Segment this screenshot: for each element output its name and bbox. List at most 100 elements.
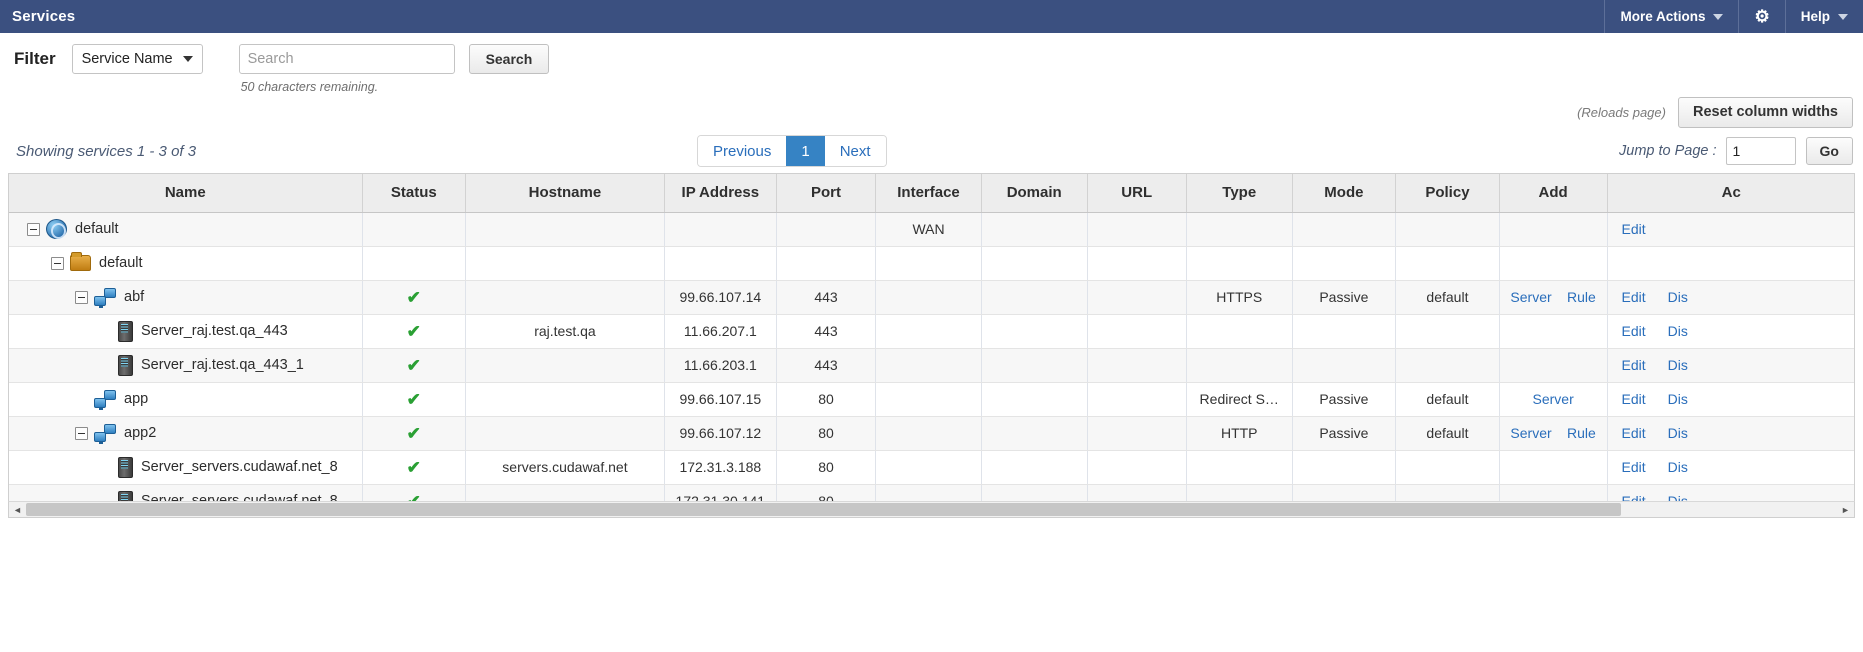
cell-name[interactable]: Server_servers.cudawaf.net_8 bbox=[9, 450, 363, 485]
go-button[interactable]: Go bbox=[1805, 137, 1853, 165]
edit-link[interactable]: Edit bbox=[1622, 357, 1646, 373]
reloads-page-note: (Reloads page) bbox=[1577, 104, 1666, 120]
collapse-toggle-icon[interactable] bbox=[51, 256, 64, 270]
cell-name[interactable]: app2 bbox=[9, 416, 363, 451]
search-group: 50 characters remaining. bbox=[238, 44, 455, 94]
cell-name[interactable]: app bbox=[9, 382, 363, 417]
table-row[interactable]: app ✔ 99.66.107.15 80 Redirect S… Passive defa… bbox=[9, 382, 1854, 417]
table-row[interactable]: Server_raj.test.qa_443 ✔ raj.test.qa 11.66.… bbox=[9, 314, 1854, 349]
server-icon bbox=[118, 354, 133, 376]
cell-port: 443 bbox=[776, 314, 877, 349]
pager-previous[interactable]: Previous bbox=[698, 136, 787, 166]
filter-type-select[interactable]: Service Name bbox=[71, 44, 203, 74]
edit-link[interactable]: Edit bbox=[1622, 459, 1646, 475]
scroll-left-arrow-icon[interactable]: ◄ bbox=[9, 502, 26, 517]
settings-button[interactable]: ⚙ bbox=[1738, 0, 1784, 33]
table-row[interactable]: default WAN Edit bbox=[9, 212, 1854, 247]
more-actions-menu[interactable]: More Actions bbox=[1604, 0, 1738, 33]
status-ok-icon: ✔ bbox=[406, 355, 421, 375]
column-header-port[interactable]: Port bbox=[776, 174, 877, 213]
edit-link[interactable]: Edit bbox=[1622, 289, 1646, 305]
add-rule-link[interactable]: Rule bbox=[1567, 425, 1596, 441]
status-ok-icon: ✔ bbox=[406, 287, 421, 307]
cell-name[interactable]: Server_servers.cudawaf.net_8 bbox=[9, 484, 363, 501]
table-body: default WAN Edit default abf ✔ 99.66.107.14 443… bbox=[9, 212, 1854, 501]
column-header-ip-address[interactable]: IP Address bbox=[664, 174, 777, 213]
column-header-interface[interactable]: Interface bbox=[875, 174, 982, 213]
pager-page-1[interactable]: 1 bbox=[786, 136, 825, 166]
table-row[interactable]: default bbox=[9, 246, 1854, 281]
edit-link[interactable]: Edit bbox=[1622, 493, 1646, 501]
edit-link[interactable]: Edit bbox=[1622, 221, 1646, 237]
dis-link[interactable]: Dis bbox=[1668, 323, 1688, 339]
jump-to-page-group: Jump to Page : Go bbox=[1619, 137, 1853, 165]
cell-policy bbox=[1395, 450, 1500, 485]
dis-link[interactable]: Dis bbox=[1668, 391, 1688, 407]
horizontal-scrollbar[interactable]: ◄ ► bbox=[8, 501, 1855, 518]
column-header-status[interactable]: Status bbox=[362, 174, 467, 213]
chars-remaining-hint: 50 characters remaining. bbox=[240, 80, 379, 94]
cell-ip-address: 11.66.207.1 bbox=[664, 314, 777, 349]
edit-link[interactable]: Edit bbox=[1622, 425, 1646, 441]
cell-actions: Edit Dis bbox=[1607, 348, 1854, 383]
cell-status bbox=[362, 246, 467, 281]
help-menu[interactable]: Help bbox=[1784, 0, 1863, 33]
cell-name[interactable]: default bbox=[9, 246, 363, 281]
cell-add: Server Rule bbox=[1499, 280, 1608, 315]
cell-mode bbox=[1292, 348, 1397, 383]
scrollbar-track[interactable] bbox=[26, 502, 1837, 517]
status-ok-icon: ✔ bbox=[406, 457, 421, 477]
cell-name[interactable]: Server_raj.test.qa_443 bbox=[9, 314, 363, 349]
reset-column-widths-button[interactable]: Reset column widths bbox=[1677, 96, 1853, 128]
collapse-toggle-icon[interactable] bbox=[75, 290, 88, 304]
cell-url bbox=[1087, 382, 1187, 417]
add-server-link[interactable]: Server bbox=[1533, 391, 1574, 407]
cell-interface bbox=[875, 246, 982, 281]
table-row[interactable]: abf ✔ 99.66.107.14 443 HTTPS Passive default Se… bbox=[9, 280, 1854, 315]
dis-link[interactable]: Dis bbox=[1668, 459, 1688, 475]
cell-status: ✔ bbox=[362, 280, 467, 315]
search-input[interactable] bbox=[238, 44, 455, 74]
column-header-policy[interactable]: Policy bbox=[1395, 174, 1500, 213]
cell-add bbox=[1499, 246, 1608, 281]
cell-actions: Edit bbox=[1607, 212, 1854, 247]
table-row[interactable]: Server_servers.cudawaf.net_8 ✔ 172.31.30.1… bbox=[9, 484, 1854, 501]
table-row[interactable]: Server_raj.test.qa_443_1 ✔ 11.66.203.1 443 E… bbox=[9, 348, 1854, 383]
cell-hostname bbox=[465, 280, 665, 315]
edit-link[interactable]: Edit bbox=[1622, 323, 1646, 339]
collapse-toggle-icon[interactable] bbox=[75, 426, 88, 440]
pager-next[interactable]: Next bbox=[824, 136, 886, 166]
table-row[interactable]: Server_servers.cudawaf.net_8 ✔ servers.cud… bbox=[9, 450, 1854, 485]
column-header-name[interactable]: Name bbox=[9, 174, 363, 213]
add-rule-link[interactable]: Rule bbox=[1567, 289, 1596, 305]
dis-link[interactable]: Dis bbox=[1668, 493, 1688, 501]
cell-policy: default bbox=[1395, 280, 1500, 315]
column-header-hostname[interactable]: Hostname bbox=[465, 174, 665, 213]
dis-link[interactable]: Dis bbox=[1668, 357, 1688, 373]
cell-name[interactable]: abf bbox=[9, 280, 363, 315]
status-ok-icon: ✔ bbox=[406, 321, 421, 341]
cell-ip-address: 11.66.203.1 bbox=[664, 348, 777, 383]
jump-to-page-input[interactable] bbox=[1725, 137, 1796, 165]
cell-type bbox=[1186, 246, 1293, 281]
column-header-add[interactable]: Add bbox=[1499, 174, 1608, 213]
column-header-url[interactable]: URL bbox=[1087, 174, 1187, 213]
scrollbar-thumb[interactable] bbox=[26, 503, 1621, 516]
services-table-container: Name Status Hostname IP Address Port Int… bbox=[8, 173, 1855, 501]
cell-name[interactable]: Server_raj.test.qa_443_1 bbox=[9, 348, 363, 383]
dis-link[interactable]: Dis bbox=[1668, 289, 1688, 305]
cell-domain bbox=[981, 450, 1088, 485]
dis-link[interactable]: Dis bbox=[1668, 425, 1688, 441]
search-button[interactable]: Search bbox=[468, 44, 550, 74]
scroll-right-arrow-icon[interactable]: ► bbox=[1837, 502, 1854, 517]
cell-name[interactable]: default bbox=[9, 212, 363, 247]
collapse-toggle-icon[interactable] bbox=[27, 222, 40, 236]
table-row[interactable]: app2 ✔ 99.66.107.12 80 HTTP Passive default Ser… bbox=[9, 416, 1854, 451]
add-server-link[interactable]: Server bbox=[1510, 289, 1551, 305]
column-header-mode[interactable]: Mode bbox=[1292, 174, 1397, 213]
edit-link[interactable]: Edit bbox=[1622, 391, 1646, 407]
column-header-actions[interactable]: Ac bbox=[1607, 174, 1854, 213]
add-server-link[interactable]: Server bbox=[1510, 425, 1551, 441]
column-header-type[interactable]: Type bbox=[1186, 174, 1293, 213]
column-header-domain[interactable]: Domain bbox=[981, 174, 1088, 213]
